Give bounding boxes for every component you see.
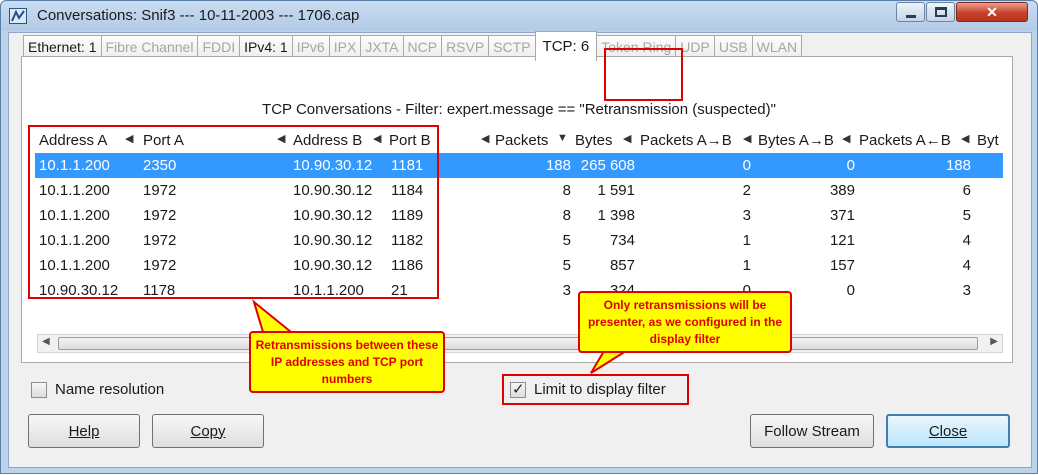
conversations-window: Conversations: Snif3 --- 10-11-2003 --- …: [0, 0, 1038, 474]
tab-tcp[interactable]: TCP: 6: [534, 31, 598, 61]
display-filter-callout: Only retransmissions will be presenter, …: [578, 291, 792, 353]
retransmissions-callout: Retransmissions between these IP address…: [249, 331, 445, 393]
callout-pointers: [252, 299, 630, 374]
